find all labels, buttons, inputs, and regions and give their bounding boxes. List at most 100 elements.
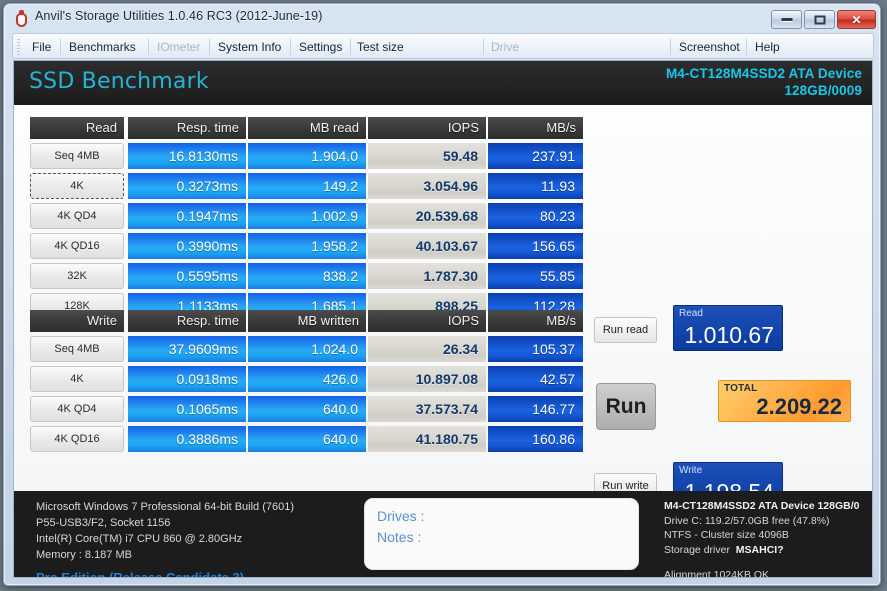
notes-textarea[interactable]: Drives : Notes :: [364, 498, 639, 570]
benchmark-header: SSD Benchmark M4-CT128M4SSD2 ATA Device …: [14, 61, 872, 105]
total-score-value: 2.209.22: [756, 394, 842, 419]
cell-mbs: 80.23: [488, 203, 583, 229]
menu-item-settings[interactable]: Settings: [298, 38, 343, 56]
column-header-resptime: Resp. time: [128, 117, 246, 139]
cell-mb-read: 1.904.0: [248, 143, 366, 169]
device-name: M4-CT128M4SSD2 ATA Device: [665, 66, 862, 81]
cell-mbs: 237.91: [488, 143, 583, 169]
window-title: Anvil's Storage Utilities 1.0.46 RC3 (20…: [35, 9, 323, 23]
run-button[interactable]: Run: [596, 383, 656, 430]
column-header-mbread: MB read: [248, 117, 366, 139]
menu-divider: [209, 38, 210, 55]
cell-resp-time: 37.9609ms: [128, 336, 246, 362]
menu-divider: [746, 38, 747, 55]
cell-resp-time: 0.1947ms: [128, 203, 246, 229]
cell-mb-read: 149.2: [248, 173, 366, 199]
cell-mbs: 160.86: [488, 426, 583, 452]
content-panel: SSD Benchmark M4-CT128M4SSD2 ATA Device …: [13, 60, 873, 578]
read-score-value: 1.010.67: [684, 322, 774, 348]
menu-item-screenshot[interactable]: Screenshot: [678, 38, 741, 56]
cell-iops: 20.539.68: [368, 203, 486, 229]
table-row: 4K QD4 0.1065ms 640.0 37.573.74 146.77: [30, 396, 583, 424]
write-results-table: Write Resp. time MB written IOPS MB/s Se…: [30, 310, 583, 456]
row-label-button[interactable]: 4K QD16: [30, 426, 124, 452]
alignment-status: Alignment 1024KB OK: [664, 569, 770, 578]
cell-resp-time: 0.5595ms: [128, 263, 246, 289]
menu-divider: [483, 38, 484, 55]
column-header-read: Read: [30, 117, 124, 139]
cell-mb-written: 640.0: [248, 396, 366, 422]
menu-item-system-info[interactable]: System Info: [217, 38, 282, 56]
menu-divider: [350, 38, 351, 55]
cell-iops: 41.180.75: [368, 426, 486, 452]
edition-label: Pro Edition (Release Candidate 3): [36, 570, 245, 578]
run-read-button[interactable]: Run read: [594, 317, 657, 343]
table-row: 4K QD16 0.3990ms 1.958.2 40.103.67 156.6…: [30, 233, 583, 261]
page-title: SSD Benchmark: [29, 69, 209, 94]
device-capacity: 128GB/0009: [784, 83, 862, 98]
minimize-button[interactable]: [771, 10, 802, 29]
row-label-button[interactable]: 4K QD4: [30, 203, 124, 229]
row-label-button[interactable]: 4K: [30, 173, 124, 199]
test-size-label: Test size: [357, 40, 404, 54]
table-header-row: Read Resp. time MB read IOPS MB/s: [30, 117, 583, 141]
menu-item-help[interactable]: Help: [754, 38, 781, 56]
cell-mbs: 55.85: [488, 263, 583, 289]
cell-resp-time: 0.3886ms: [128, 426, 246, 452]
benchmark-body: Read Resp. time MB read IOPS MB/s Seq 4M…: [14, 105, 872, 508]
table-row: Seq 4MB 37.9609ms 1.024.0 26.34 105.37: [30, 336, 583, 364]
cell-mb-written: 1.024.0: [248, 336, 366, 362]
info-strip: Microsoft Windows 7 Professional 64-bit …: [14, 491, 872, 577]
drive-info-line: NTFS - Cluster size 4096B: [664, 529, 789, 541]
read-score-box: Read 1.010.67: [673, 305, 783, 351]
drive-label: Drive: [491, 40, 520, 54]
column-header-mbs: MB/s: [488, 310, 583, 332]
column-header-resptime: Resp. time: [128, 310, 246, 332]
drive-info-line: Drive C: 119.2/57.0GB free (47.8%): [664, 514, 830, 527]
read-score-label: Read: [679, 308, 703, 319]
table-header-row: Write Resp. time MB written IOPS MB/s: [30, 310, 583, 334]
menu-item-file[interactable]: File: [31, 38, 52, 56]
cell-iops: 40.103.67: [368, 233, 486, 259]
app-logo-icon: [14, 10, 29, 27]
row-label-button[interactable]: 4K QD16: [30, 233, 124, 259]
system-info-line: Microsoft Windows 7 Professional 64-bit …: [36, 501, 295, 513]
maximize-button[interactable]: [804, 10, 835, 29]
write-score-label: Write: [679, 465, 703, 476]
cell-iops: 59.48: [368, 143, 486, 169]
row-label-button[interactable]: 4K QD4: [30, 396, 124, 422]
menu-toolbar: File Benchmarks IOmeter System Info Sett…: [12, 33, 874, 86]
column-header-iops: IOPS: [368, 117, 486, 139]
cell-resp-time: 0.1065ms: [128, 396, 246, 422]
row-label-button[interactable]: Seq 4MB: [30, 143, 124, 169]
row-label-button[interactable]: 32K: [30, 263, 124, 289]
system-info-line: Memory : 8.187 MB: [36, 549, 132, 561]
row-label-button[interactable]: 4K: [30, 366, 124, 392]
menu-divider: [60, 38, 61, 55]
drives-label: Drives :: [377, 508, 425, 524]
column-header-write: Write: [30, 310, 124, 332]
row-label-button[interactable]: Seq 4MB: [30, 336, 124, 362]
system-info-panel: Microsoft Windows 7 Professional 64-bit …: [36, 499, 356, 578]
cell-mb-written: 426.0: [248, 366, 366, 392]
menu-divider: [670, 38, 671, 55]
title-bar: Anvil's Storage Utilities 1.0.46 RC3 (20…: [4, 4, 880, 32]
storage-driver-value: MSAHCI?: [735, 543, 784, 556]
drive-info-title: M4-CT128M4SSD2 ATA Device 128GB/0: [664, 500, 860, 512]
cell-mb-read: 838.2: [248, 263, 366, 289]
menu-divider: [148, 38, 149, 55]
menu-item-benchmarks[interactable]: Benchmarks: [68, 38, 137, 56]
cell-iops: 26.34: [368, 336, 486, 362]
column-header-mbs: MB/s: [488, 117, 583, 139]
close-button[interactable]: ✕: [837, 10, 876, 29]
table-row: 32K 0.5595ms 838.2 1.787.30 55.85: [30, 263, 583, 291]
drive-info-panel: M4-CT128M4SSD2 ATA Device 128GB/0 Drive …: [664, 499, 872, 578]
cell-mb-read: 1.958.2: [248, 233, 366, 259]
storage-driver-label: Storage driver: [664, 543, 730, 556]
total-score-label: TOTAL: [724, 383, 758, 394]
toolbar-grip[interactable]: [17, 39, 20, 55]
table-row: 4K QD4 0.1947ms 1.002.9 20.539.68 80.23: [30, 203, 583, 231]
total-score-box: TOTAL 2.209.22: [718, 380, 851, 422]
cell-iops: 3.054.96: [368, 173, 486, 199]
